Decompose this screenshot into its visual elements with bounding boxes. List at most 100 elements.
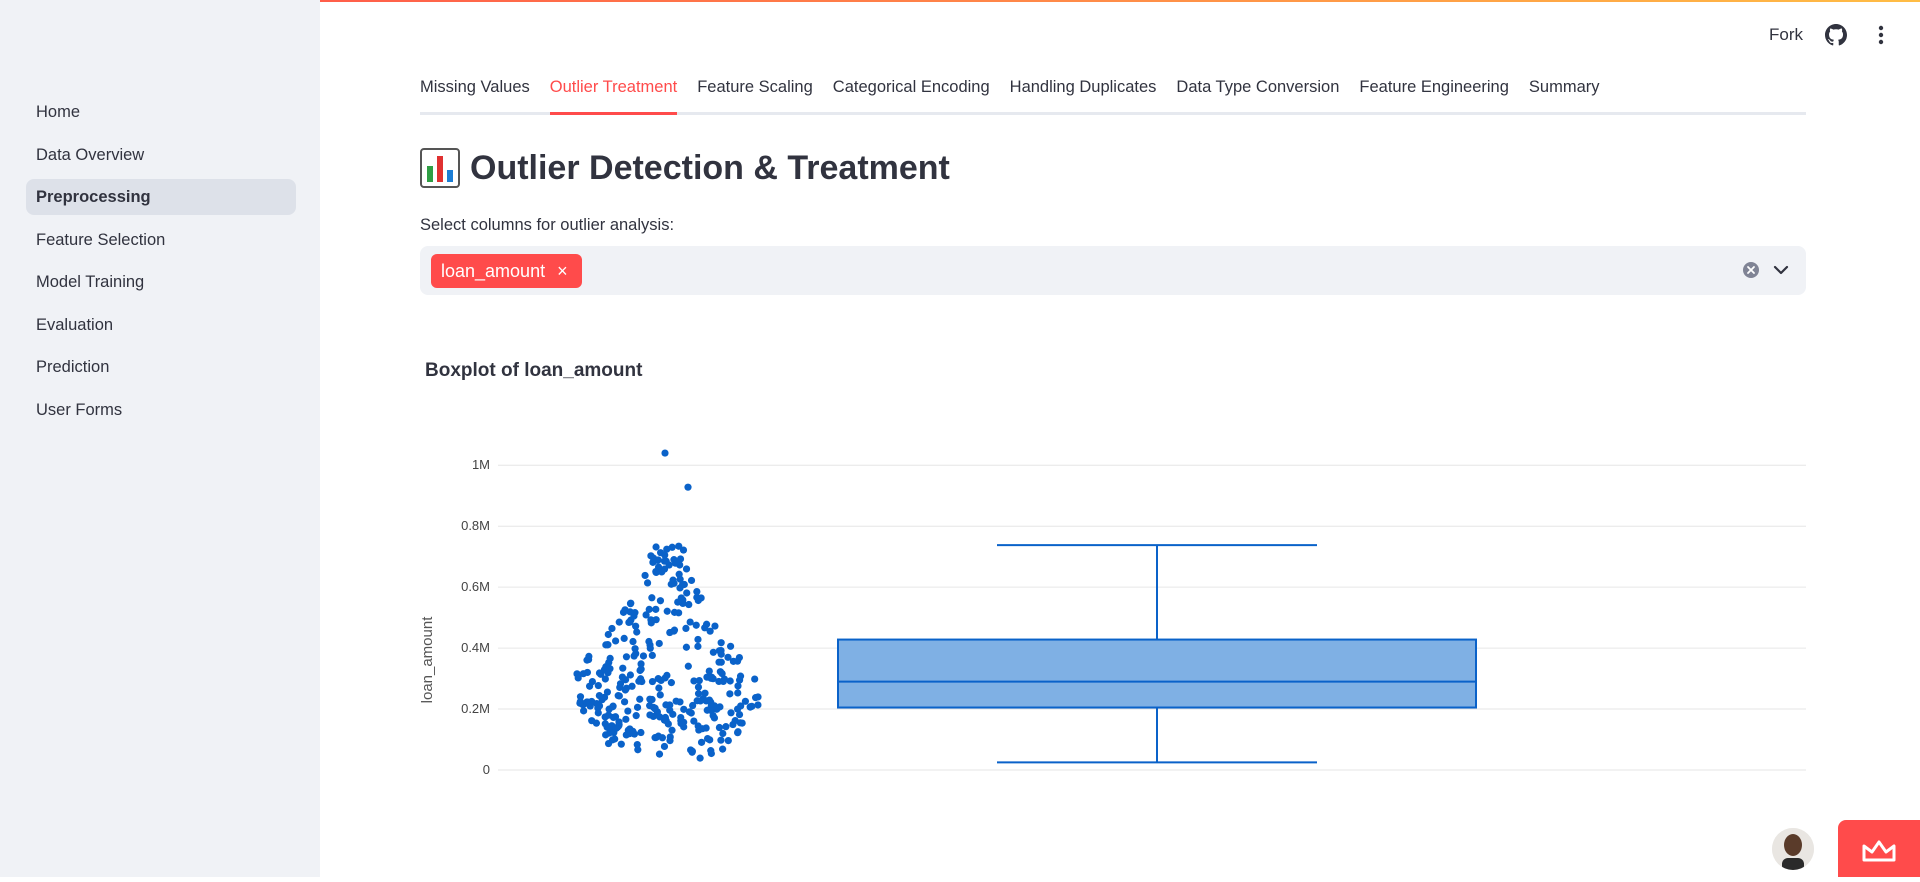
boxplot-chart[interactable]: 0 0.2M 0.4M 0.6M 0.8M 1M loan_amount <box>410 440 1810 780</box>
data-point <box>624 707 632 715</box>
data-point <box>677 713 685 722</box>
data-point <box>652 543 660 551</box>
data-point <box>637 665 645 673</box>
chevron-down-icon[interactable] <box>1772 261 1790 279</box>
data-point <box>635 677 643 685</box>
github-icon[interactable] <box>1825 24 1847 46</box>
data-point <box>724 736 732 745</box>
data-point <box>612 724 620 732</box>
data-point <box>734 682 742 690</box>
data-point <box>648 695 656 704</box>
data-point <box>615 718 623 726</box>
data-point <box>690 677 698 685</box>
data-point <box>608 624 616 633</box>
data-point <box>671 559 679 567</box>
data-point <box>622 676 630 684</box>
data-point <box>617 740 625 748</box>
data-point <box>580 707 588 715</box>
data-point <box>619 664 627 672</box>
data-point <box>648 651 656 660</box>
data-point <box>583 668 592 677</box>
data-point <box>729 720 737 729</box>
data-point <box>666 736 674 745</box>
data-point <box>622 653 631 661</box>
tab-data-type-conversion[interactable]: Data Type Conversion <box>1176 72 1339 112</box>
data-point <box>684 662 692 670</box>
data-point <box>622 715 630 723</box>
sidebar-item-user-forms[interactable]: User Forms <box>26 392 296 428</box>
data-point <box>680 705 688 713</box>
data-point <box>752 694 760 702</box>
data-point <box>702 620 711 628</box>
box-and-whiskers[interactable] <box>837 544 1477 764</box>
tab-handling-duplicates[interactable]: Handling Duplicates <box>1010 72 1157 112</box>
data-point <box>620 698 629 706</box>
y-tick-label: 0.8M <box>461 518 490 533</box>
data-point <box>604 739 613 748</box>
data-point <box>667 679 675 687</box>
tab-feature-engineering[interactable]: Feature Engineering <box>1359 72 1509 112</box>
sidebar-nav: Home Data Overview Preprocessing Feature… <box>26 94 296 434</box>
tab-categorical-encoding[interactable]: Categorical Encoding <box>833 72 990 112</box>
fork-button[interactable]: Fork <box>1769 25 1803 45</box>
data-point <box>738 719 746 727</box>
streamlit-badge[interactable] <box>1838 820 1920 877</box>
data-point <box>706 736 714 744</box>
sidebar: Home Data Overview Preprocessing Feature… <box>0 0 320 877</box>
data-point <box>716 668 724 676</box>
data-point <box>588 697 596 706</box>
data-point <box>636 695 644 703</box>
y-tick-label: 1M <box>472 457 490 472</box>
data-point <box>694 635 702 644</box>
tab-missing-values[interactable]: Missing Values <box>420 72 530 112</box>
kebab-menu-icon[interactable] <box>1870 24 1892 46</box>
data-point <box>694 642 702 650</box>
sidebar-item-preprocessing[interactable]: Preprocessing <box>26 179 296 215</box>
user-avatar-icon <box>1772 828 1814 870</box>
data-point <box>648 677 657 686</box>
sidebar-item-data-overview[interactable]: Data Overview <box>26 137 296 173</box>
data-point <box>655 750 664 758</box>
data-point <box>576 698 584 706</box>
data-point <box>672 697 680 705</box>
column-multiselect[interactable]: loan_amount × <box>420 246 1806 295</box>
data-point <box>682 565 691 573</box>
sidebar-item-evaluation[interactable]: Evaluation <box>26 307 296 343</box>
data-point <box>603 641 612 649</box>
data-point <box>696 697 704 705</box>
data-point <box>647 619 655 627</box>
tab-summary[interactable]: Summary <box>1529 72 1600 112</box>
data-point <box>588 677 597 686</box>
data-point <box>630 730 639 738</box>
data-point <box>629 637 637 646</box>
data-point <box>707 749 715 758</box>
page-title: Outlier Detection & Treatment <box>420 148 950 188</box>
chip-label: loan_amount <box>441 260 546 281</box>
sidebar-item-prediction[interactable]: Prediction <box>26 349 296 385</box>
clear-all-icon[interactable] <box>1742 261 1760 279</box>
data-point <box>719 729 727 738</box>
data-point <box>655 639 663 648</box>
data-point <box>717 639 725 647</box>
data-point <box>648 594 656 602</box>
tab-feature-scaling[interactable]: Feature Scaling <box>697 72 813 112</box>
y-tick-label: 0.6M <box>461 579 490 594</box>
data-point <box>696 754 704 762</box>
sidebar-item-feature-selection[interactable]: Feature Selection <box>26 222 296 258</box>
data-point <box>615 692 623 700</box>
data-point <box>649 712 657 721</box>
data-point <box>594 709 602 717</box>
data-point <box>633 703 642 711</box>
sidebar-item-home[interactable]: Home <box>26 94 296 130</box>
tab-outlier-treatment[interactable]: Outlier Treatment <box>549 72 678 115</box>
data-point <box>661 674 669 682</box>
avatar[interactable] <box>1772 828 1814 870</box>
data-point <box>667 580 675 588</box>
sidebar-item-model-training[interactable]: Model Training <box>26 264 296 300</box>
chip-remove-icon[interactable]: × <box>557 261 568 282</box>
data-point <box>748 702 756 710</box>
data-point <box>633 628 641 636</box>
data-point <box>637 728 645 737</box>
data-point <box>713 705 721 713</box>
data-point <box>585 652 593 660</box>
